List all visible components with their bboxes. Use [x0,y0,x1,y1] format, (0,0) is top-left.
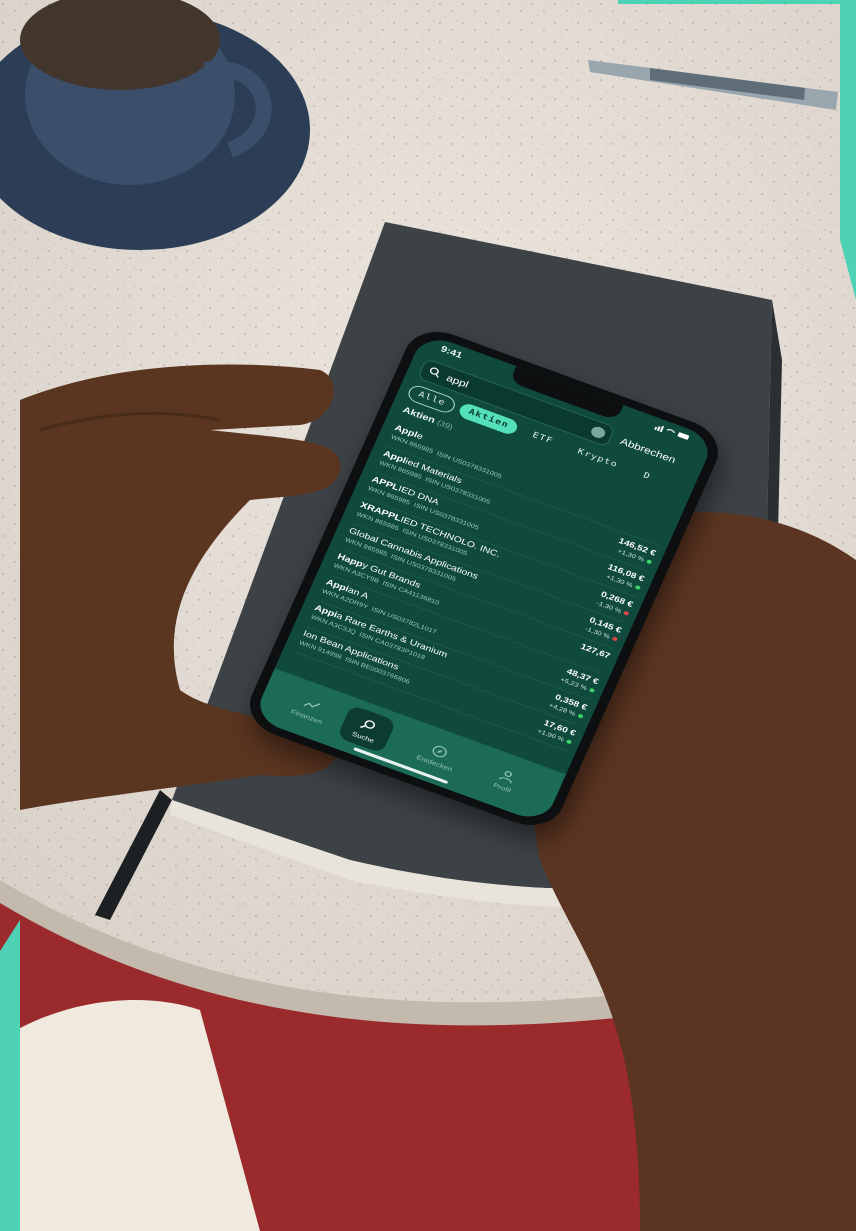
tab-more[interactable]: D [632,465,662,488]
trend-up-indicator [588,687,596,694]
trend-up-indicator [565,739,573,745]
signal-wifi-battery-icon [654,425,690,440]
trend-up-indicator [634,584,641,591]
frame-accent-left [0,920,20,1231]
status-icons [653,422,691,444]
photo-scene: 9:41 appl Abbrechen Alle Aktien ETF Kryp… [0,0,856,1231]
chart-icon [303,702,321,708]
profile-icon [498,771,512,784]
tab-bar-profil[interactable]: Profil [472,760,539,802]
trend-up-indicator [646,559,653,565]
frame-accent-top-right [618,0,856,4]
search-icon [429,367,439,378]
tab-bar-finanzen[interactable]: Finanzen [276,689,343,731]
result-price: 127,67 [579,642,612,661]
section-count: (39) [435,418,455,432]
tab-bar-label: Finanzen [289,707,324,726]
clear-search-button[interactable] [589,425,607,440]
compass-icon [432,745,447,758]
result-name-rest: e [415,431,425,442]
search-query: appl [444,372,471,391]
trend-up-indicator [577,713,584,719]
trend-down-indicator [623,610,630,616]
trend-down-indicator [611,636,619,642]
status-time: 9:41 [439,344,464,361]
smartphone: 9:41 appl Abbrechen Alle Aktien ETF Kryp… [235,322,729,835]
